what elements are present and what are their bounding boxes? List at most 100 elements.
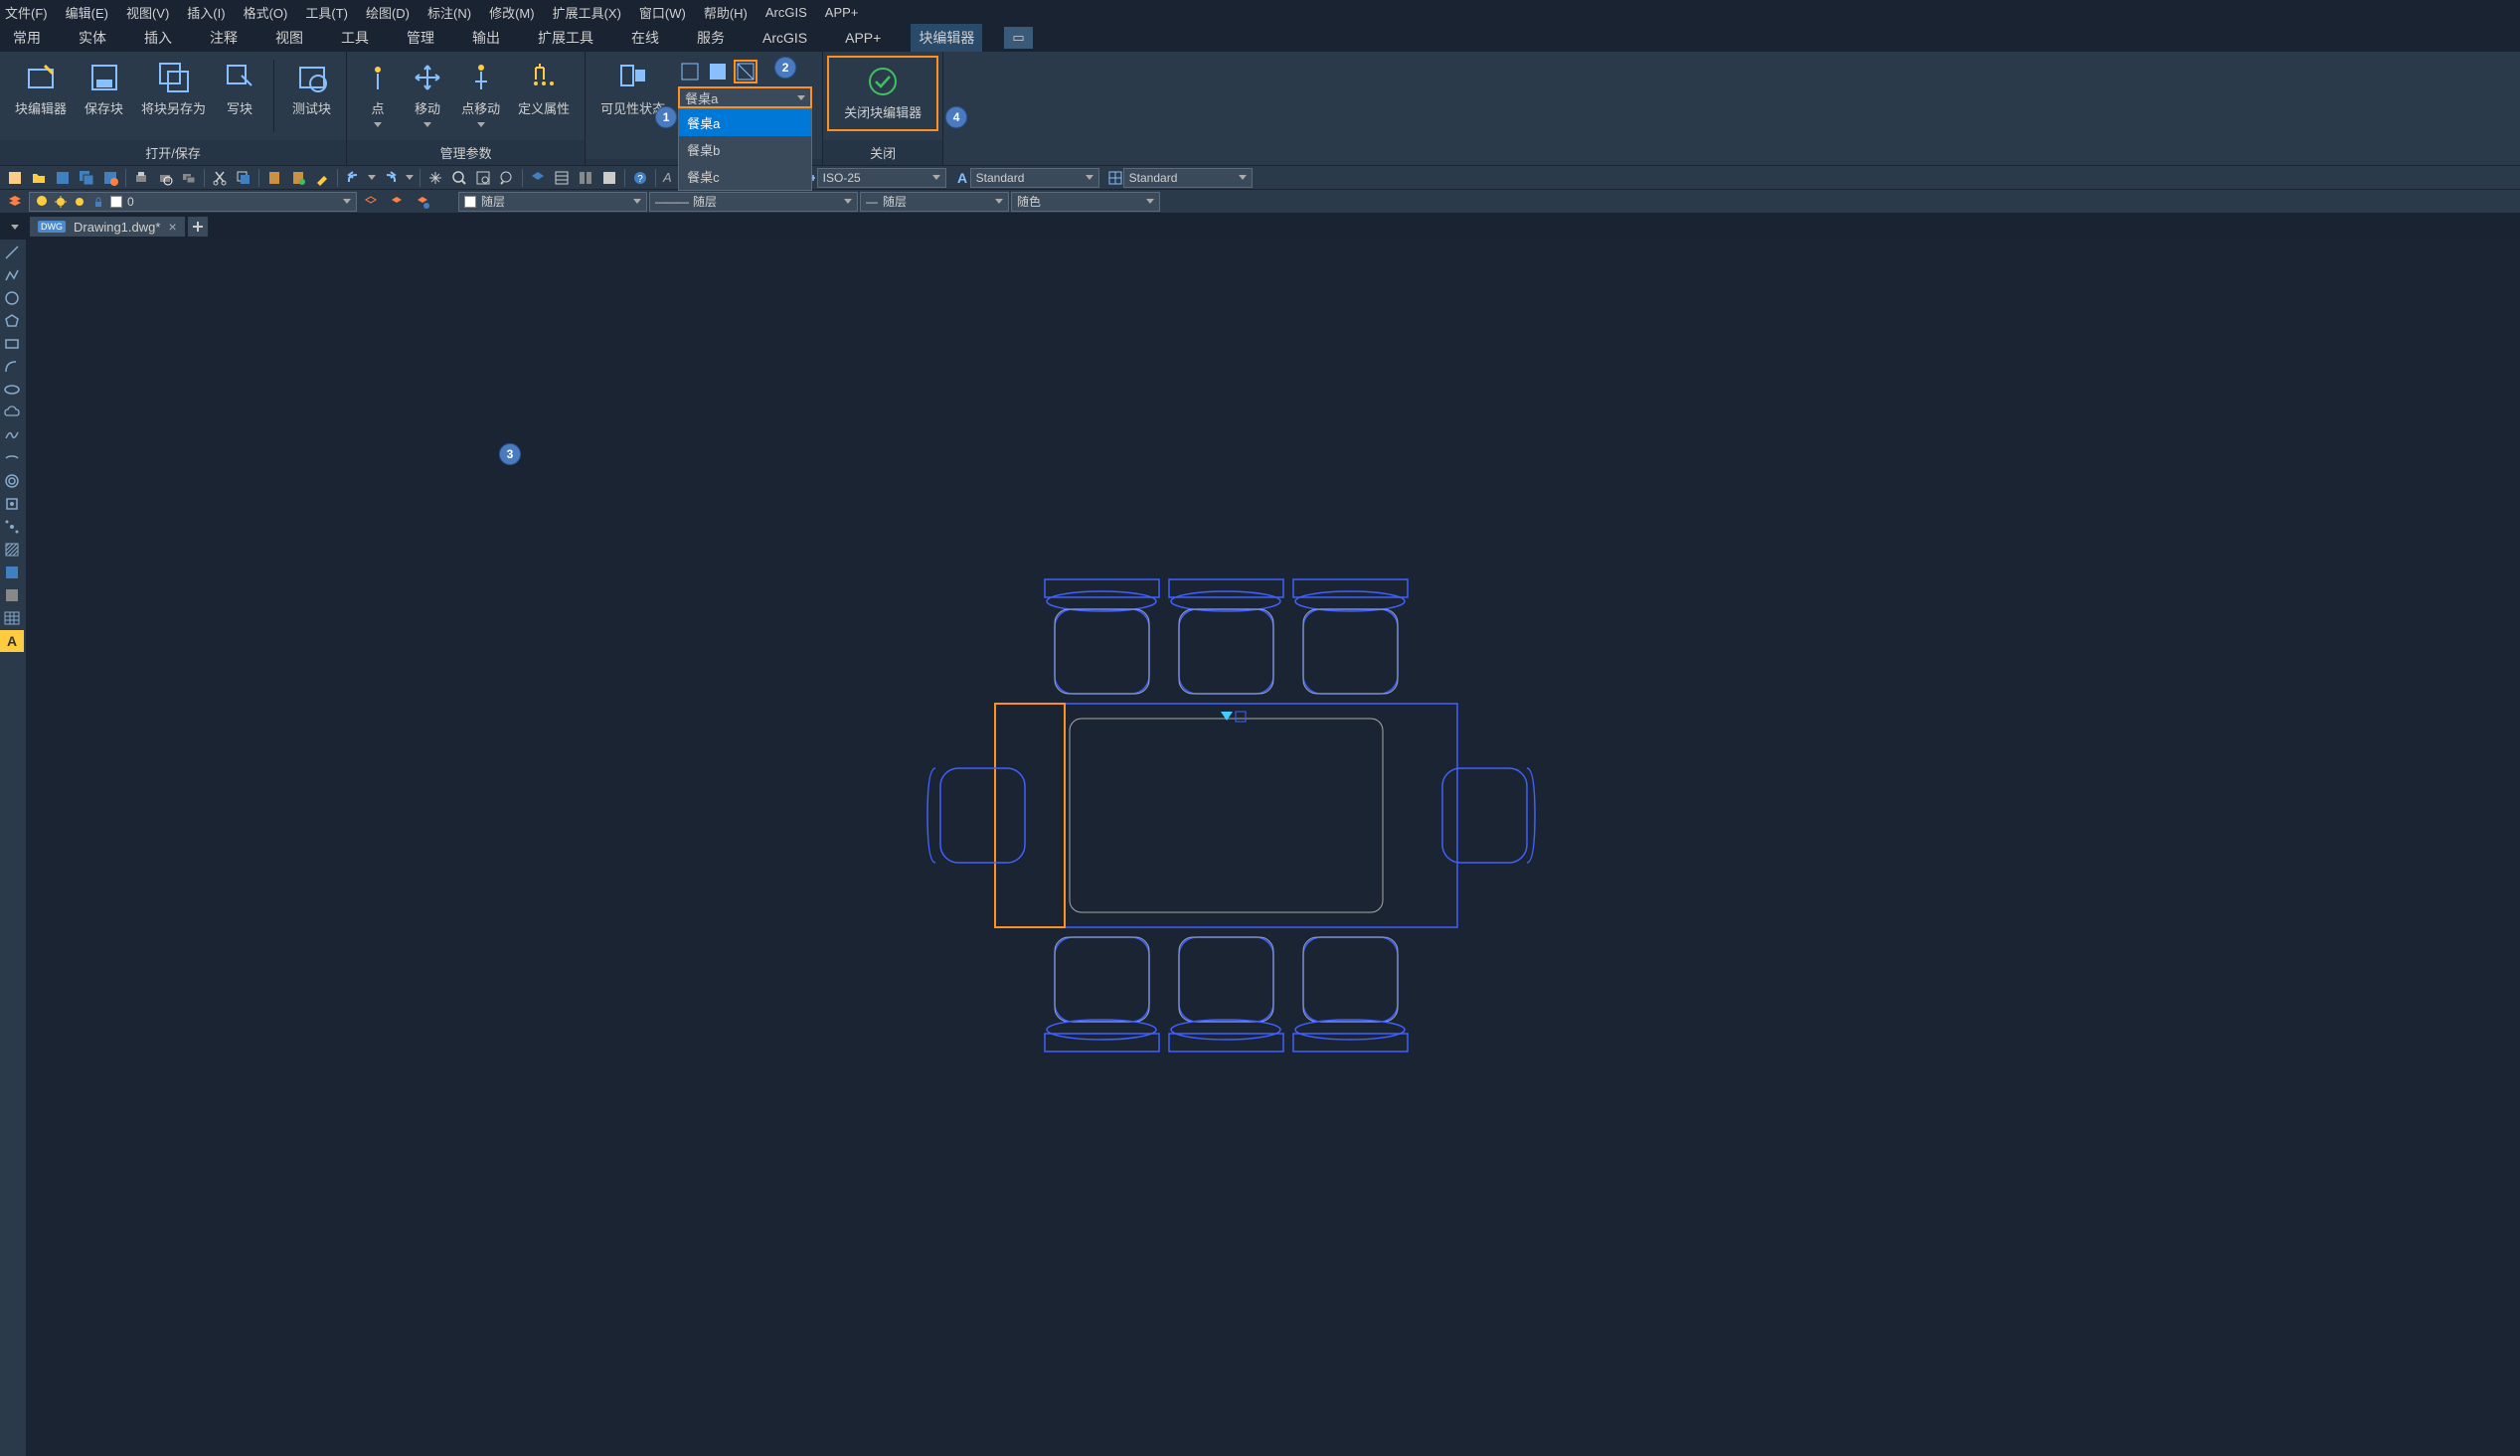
btn-point-move[interactable]: 点移动 xyxy=(456,60,505,129)
btn-define-attr[interactable]: 定义属性 xyxy=(513,60,575,119)
qat-new[interactable] xyxy=(4,168,26,188)
qat-save[interactable] xyxy=(52,168,74,188)
tool-ellipse[interactable] xyxy=(0,379,24,401)
tab-output[interactable]: 输出 xyxy=(464,24,508,52)
tool-ellipse-arc[interactable] xyxy=(0,447,24,469)
tool-donut[interactable] xyxy=(0,470,24,492)
tab-service[interactable]: 服务 xyxy=(689,24,733,52)
doc-menu-btn[interactable] xyxy=(4,217,26,237)
btn-vis-current[interactable] xyxy=(678,60,702,83)
drawing-canvas[interactable]: 3 xyxy=(26,240,2520,1456)
qat-pan[interactable] xyxy=(424,168,446,188)
btn-test-block[interactable]: 测试块 xyxy=(287,60,336,119)
menu-file[interactable]: 文件(F) xyxy=(5,3,48,22)
btn-move[interactable]: 移动 xyxy=(407,60,448,129)
menu-format[interactable]: 格式(O) xyxy=(244,3,288,22)
tool-region[interactable] xyxy=(0,584,24,606)
btn-save-block-as[interactable]: 将块另存为 xyxy=(136,60,211,119)
menu-view[interactable]: 视图(V) xyxy=(126,3,169,22)
linetype-combo[interactable]: ——— 随层 xyxy=(649,192,858,212)
tab-tools[interactable]: 工具 xyxy=(333,24,377,52)
qat-saveall[interactable] xyxy=(76,168,97,188)
btn-block-editor[interactable]: 块编辑器 xyxy=(10,60,72,119)
menu-edit[interactable]: 编辑(E) xyxy=(66,3,108,22)
qat-help[interactable]: ? xyxy=(629,168,651,188)
dropdown-option-a[interactable]: 餐桌a xyxy=(679,109,811,136)
tab-appplus[interactable]: APP+ xyxy=(837,26,889,50)
btn-write-block[interactable]: 写块 xyxy=(219,60,260,119)
layer-manager-btn[interactable] xyxy=(4,192,26,212)
menu-arcgis[interactable]: ArcGIS xyxy=(765,5,807,20)
tool-block[interactable] xyxy=(0,493,24,515)
menu-draw[interactable]: 绘图(D) xyxy=(366,3,410,22)
tool-text[interactable]: A xyxy=(0,630,24,652)
qat-print-batch[interactable] xyxy=(178,168,200,188)
doc-tab-drawing1[interactable]: DWG Drawing1.dwg* × xyxy=(30,217,185,237)
tab-annotate[interactable]: 注释 xyxy=(202,24,246,52)
qat-redo[interactable] xyxy=(380,168,402,188)
chevron-down-icon[interactable] xyxy=(368,175,376,180)
menu-help[interactable]: 帮助(H) xyxy=(704,3,748,22)
chevron-down-icon[interactable] xyxy=(406,175,414,180)
dim-style-select[interactable]: ISO-25 xyxy=(817,168,946,188)
dropdown-option-b[interactable]: 餐桌b xyxy=(679,136,811,163)
menu-window[interactable]: 窗口(W) xyxy=(639,3,686,22)
color-combo[interactable]: 随层 xyxy=(458,192,647,212)
menu-annotate[interactable]: 标注(N) xyxy=(427,3,471,22)
qat-design-center[interactable] xyxy=(575,168,596,188)
qat-print-preview[interactable] xyxy=(154,168,176,188)
table-style-select[interactable]: Standard xyxy=(1123,168,1253,188)
qat-print[interactable] xyxy=(130,168,152,188)
qat-copy[interactable] xyxy=(233,168,254,188)
layer-walk-btn[interactable] xyxy=(412,192,433,212)
tab-extend[interactable]: 扩展工具 xyxy=(530,24,601,52)
layer-prev-btn[interactable] xyxy=(386,192,408,212)
menu-tools[interactable]: 工具(T) xyxy=(305,3,348,22)
qat-open[interactable] xyxy=(28,168,50,188)
qat-paste-special[interactable] xyxy=(287,168,309,188)
btn-vis-hide[interactable] xyxy=(734,60,757,83)
qat-zoom-window[interactable] xyxy=(472,168,494,188)
ribbon-collapse-icon[interactable]: ▭ xyxy=(1004,27,1032,49)
doc-tab-close[interactable]: × xyxy=(168,219,176,235)
tab-arcgis[interactable]: ArcGIS xyxy=(755,26,815,50)
layer-combo[interactable]: 0 xyxy=(29,192,357,212)
qat-zoom[interactable] xyxy=(448,168,470,188)
qat-layers[interactable] xyxy=(527,168,549,188)
tool-table[interactable] xyxy=(0,607,24,629)
btn-close-block-editor[interactable]: 关闭块编辑器 xyxy=(827,56,938,131)
tool-polyline[interactable] xyxy=(0,264,24,286)
tool-hatch[interactable] xyxy=(0,539,24,561)
menu-appplus[interactable]: APP+ xyxy=(825,5,859,20)
tab-online[interactable]: 在线 xyxy=(623,24,667,52)
tab-manage[interactable]: 管理 xyxy=(399,24,442,52)
menu-insert[interactable]: 插入(I) xyxy=(187,3,225,22)
tab-view[interactable]: 视图 xyxy=(267,24,311,52)
layer-iso-btn[interactable] xyxy=(360,192,382,212)
text-style-select[interactable]: Standard xyxy=(970,168,1099,188)
btn-point[interactable]: 点 xyxy=(357,60,399,129)
tool-circle[interactable] xyxy=(0,287,24,309)
tool-rectangle[interactable] xyxy=(0,333,24,355)
qat-zoom-prev[interactable] xyxy=(496,168,518,188)
tool-spline[interactable] xyxy=(0,424,24,446)
btn-vis-show[interactable] xyxy=(706,60,730,83)
qat-undo[interactable] xyxy=(342,168,364,188)
menu-extend[interactable]: 扩展工具(X) xyxy=(553,3,621,22)
btn-save-block[interactable]: 保存块 xyxy=(80,60,128,119)
plotstyle-combo[interactable]: 随色 xyxy=(1011,192,1160,212)
qat-properties[interactable] xyxy=(551,168,573,188)
dropdown-option-c[interactable]: 餐桌c xyxy=(679,163,811,190)
tool-gradient[interactable] xyxy=(0,562,24,583)
visibility-select[interactable]: 餐桌a xyxy=(678,86,812,108)
qat-tool-palette[interactable] xyxy=(598,168,620,188)
qat-match[interactable] xyxy=(311,168,333,188)
tool-revcloud[interactable] xyxy=(0,402,24,423)
tool-point-tool[interactable] xyxy=(0,516,24,538)
qat-cut[interactable] xyxy=(209,168,231,188)
tool-arc[interactable] xyxy=(0,356,24,378)
tab-insert[interactable]: 插入 xyxy=(136,24,180,52)
doc-add-tab[interactable] xyxy=(188,217,208,237)
menu-modify[interactable]: 修改(M) xyxy=(489,3,535,22)
qat-saveas[interactable] xyxy=(99,168,121,188)
